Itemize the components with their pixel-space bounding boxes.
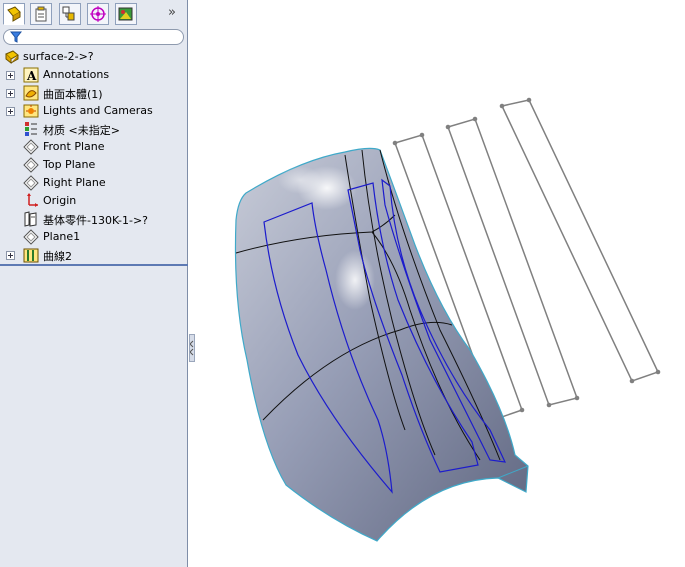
tree-item-label: 曲面本體(1): [43, 88, 103, 101]
manager-tab-bar: »: [0, 0, 188, 28]
tree-item-label: Lights and Cameras: [43, 104, 153, 117]
tree-item-base-part[interactable]: 基体零件-130K-1->?: [0, 210, 186, 228]
tab-feature-manager[interactable]: [3, 3, 25, 25]
base-part-icon: [24, 211, 37, 227]
tree-item-curve2[interactable]: 曲線2: [0, 246, 186, 264]
tree-item-lights-and-cameras[interactable]: Lights and Cameras: [0, 102, 186, 120]
plane-icon: [23, 157, 39, 173]
tab-configuration-manager[interactable]: [59, 3, 81, 25]
surface-bodies-icon: [23, 85, 39, 101]
target-icon: [90, 6, 106, 22]
plane-icon: [23, 139, 39, 155]
plane-icon: [23, 175, 39, 191]
rollback-bar[interactable]: [0, 264, 188, 266]
annotations-icon: A: [23, 67, 39, 83]
feature-tree-icon: [7, 6, 21, 22]
tree-item-label: Right Plane: [43, 176, 106, 189]
tab-dimxpert-manager[interactable]: [87, 3, 109, 25]
tree-item-front-plane[interactable]: Front Plane: [0, 138, 186, 156]
tree-item-right-plane[interactable]: Right Plane: [0, 174, 186, 192]
tree-item-label: 曲線2: [43, 250, 72, 263]
tree-item-label: Plane1: [43, 230, 81, 243]
property-icon: [35, 6, 47, 22]
tab-display-manager[interactable]: [115, 3, 137, 25]
plane-icon: [23, 229, 39, 245]
more-tabs-icon[interactable]: »: [168, 5, 176, 20]
expand-icon[interactable]: [6, 107, 15, 116]
tree-item-label: Front Plane: [43, 140, 105, 153]
curve-icon: [23, 248, 39, 263]
tree-filter-input[interactable]: [3, 29, 184, 45]
expand-icon[interactable]: [6, 71, 15, 80]
tree-item-plane1[interactable]: Plane1: [0, 228, 186, 246]
tree-item-origin[interactable]: Origin: [0, 192, 186, 210]
tree-item-part[interactable]: surface-2->?: [0, 48, 186, 66]
graphics-viewport[interactable]: [189, 0, 685, 567]
tree-item-label: Annotations: [43, 68, 110, 81]
expand-icon[interactable]: [6, 251, 15, 260]
lights-icon: [23, 104, 39, 118]
tree-item-annotations[interactable]: A Annotations: [0, 66, 186, 84]
tree-item-top-plane[interactable]: Top Plane: [0, 156, 186, 174]
expand-icon[interactable]: [6, 89, 15, 98]
tree-item-label: Top Plane: [43, 158, 96, 171]
feature-manager-panel: » surface-2->? A Annotations 曲面本體(1) Lig…: [0, 0, 188, 567]
tab-property-manager[interactable]: [30, 3, 52, 25]
surface-body[interactable]: [234, 147, 529, 542]
material-icon: [25, 122, 37, 136]
tree-item-surface-bodies[interactable]: 曲面本體(1): [0, 84, 186, 102]
tree-item-label: surface-2->?: [23, 50, 94, 63]
svg-text:A: A: [26, 69, 37, 83]
part-icon: [5, 50, 19, 65]
tree-item-label: 材质 <未指定>: [43, 124, 120, 137]
filter-icon: [10, 31, 22, 43]
tree-item-material[interactable]: 材质 <未指定>: [0, 120, 186, 138]
configuration-icon: [62, 6, 75, 21]
tree-item-label: 基体零件-130K-1->?: [43, 214, 149, 227]
tree-item-label: Origin: [43, 194, 77, 207]
display-icon: [118, 7, 133, 21]
origin-icon: [27, 193, 38, 207]
